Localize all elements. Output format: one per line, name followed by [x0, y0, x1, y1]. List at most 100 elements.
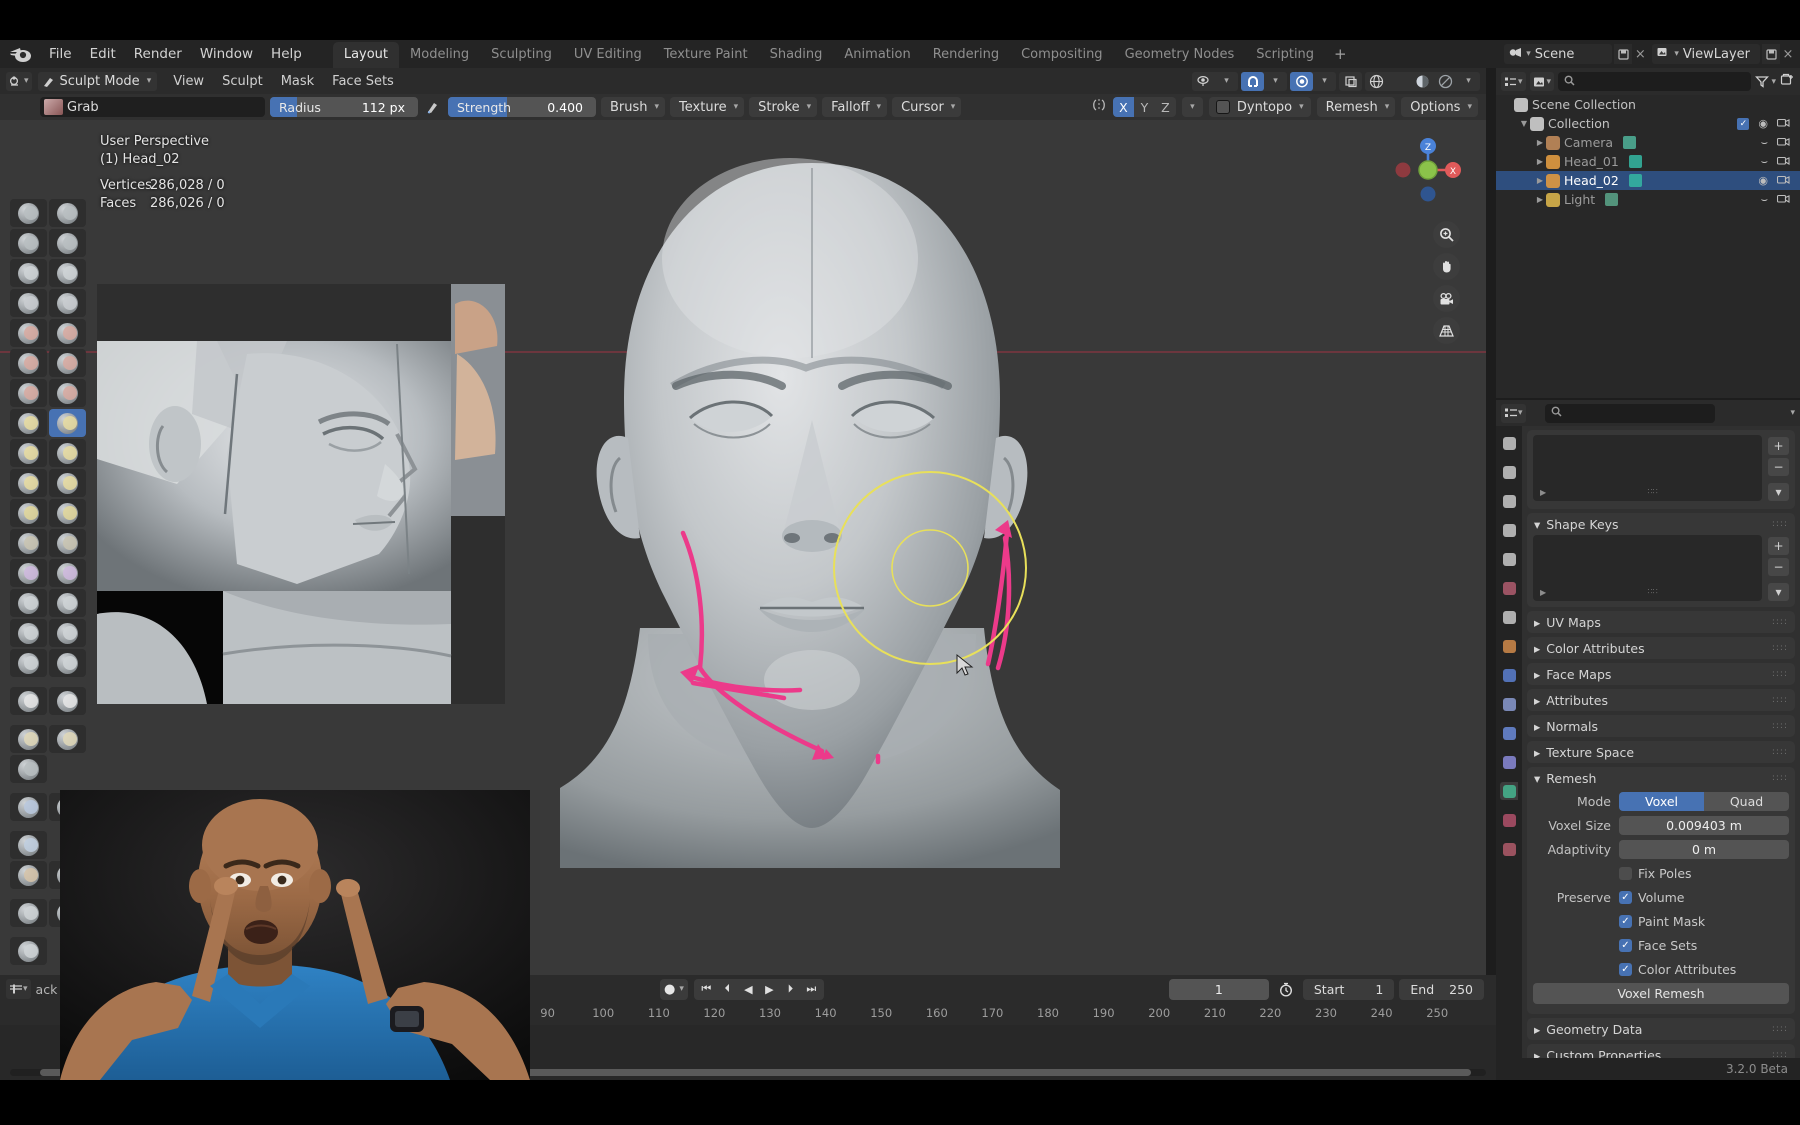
voxel-size-field[interactable]: 0.009403 m — [1619, 816, 1789, 835]
workspace-tab-shading[interactable]: Shading — [759, 42, 834, 68]
render-visibility-camera-icon[interactable] — [1776, 192, 1790, 207]
brush-draw-sharp-icon[interactable] — [49, 199, 86, 227]
chevron-down-icon[interactable]: ▾ — [1457, 72, 1480, 91]
fix-poles-checkbox[interactable] — [1619, 867, 1632, 880]
panel-geometry-data[interactable]: ▸ Geometry Data:::: — [1527, 1018, 1795, 1040]
panel-header[interactable]: ▸ Normals:::: — [1527, 715, 1795, 737]
brush-flatten-icon[interactable] — [10, 349, 47, 377]
voxel-remesh-button[interactable]: Voxel Remesh — [1533, 983, 1789, 1004]
render-visibility-camera-icon[interactable] — [1776, 173, 1790, 188]
box-face-set-icon[interactable] — [10, 793, 47, 821]
brush-fill-icon[interactable] — [49, 349, 86, 377]
properties-editor[interactable]: ▾ ▾ ▶ ∷∷ + − ▾ ▾ Shape Keys:::: ▶ ∷∷ + … — [1496, 400, 1800, 1080]
pen-pressure-icon[interactable] — [423, 100, 443, 114]
symmetry-axis-y[interactable]: Y — [1134, 97, 1155, 117]
workspace-tab-sculpting[interactable]: Sculpting — [480, 42, 563, 68]
tool-dropdown-falloff[interactable]: Falloff ▾ — [822, 97, 888, 117]
panel-uv-maps[interactable]: ▸ UV Maps:::: — [1527, 611, 1795, 633]
grid-perspective-icon[interactable] — [1433, 317, 1460, 344]
brush-clay-strips-icon[interactable] — [49, 229, 86, 257]
scene-selector[interactable]: ▾ Scene — [1504, 44, 1613, 64]
expand-toggle-icon[interactable]: ▶ — [1534, 138, 1546, 147]
remesh-mode-quad[interactable]: Quad — [1704, 792, 1789, 811]
shading-modes-group[interactable]: ▾ — [1365, 71, 1480, 91]
current-frame-field[interactable]: 1 — [1168, 978, 1269, 1000]
tool-dropdown-brush[interactable]: Brush ▾ — [601, 97, 666, 117]
panel-header[interactable]: ▸ Texture Space:::: — [1527, 741, 1795, 763]
start-frame-field[interactable]: Start 1 — [1302, 978, 1395, 1000]
editor-type-properties-icon[interactable]: ▾ — [1501, 403, 1526, 423]
unlink-scene-button[interactable]: × — [1632, 47, 1648, 62]
playback-button-group[interactable]: ⏮ ⏴ ◀ ▶ ⏵ ⏭ — [693, 978, 824, 1000]
brush-boundary-icon[interactable] — [49, 529, 86, 557]
wireframe-shading-icon[interactable] — [1365, 72, 1388, 91]
outliner-row-camera[interactable]: ▶ Camera ⌣ — [1496, 133, 1800, 152]
dyntopo-checkbox[interactable] — [1215, 100, 1230, 114]
mesh-data-icon[interactable] — [1628, 155, 1642, 168]
expand-toggle-icon[interactable]: ▶ — [1534, 157, 1546, 166]
expand-arrow-icon[interactable]: ▶ — [1540, 488, 1546, 497]
workspace-tab-layout[interactable]: Layout — [332, 42, 400, 68]
shape-keys-buttons[interactable]: + − ▾ — [1768, 535, 1789, 607]
remove-vertex-group-button[interactable]: − — [1768, 458, 1789, 476]
navigation-gizmo[interactable]: Z X — [1388, 130, 1468, 210]
brush-snake-hook-icon[interactable] — [49, 439, 86, 467]
new-viewlayer-button[interactable] — [1762, 44, 1780, 64]
new-collection-icon[interactable] — [1780, 72, 1795, 91]
brush-thumb-icon[interactable] — [10, 469, 47, 497]
brush-clay-icon[interactable] — [10, 229, 47, 257]
properties-search-input[interactable] — [1544, 403, 1715, 423]
panel-header[interactable]: ▸ Face Maps:::: — [1527, 663, 1795, 685]
viewport-menu-face-sets[interactable]: Face Sets — [323, 72, 403, 91]
exclude-checkbox[interactable]: ✓ — [1737, 117, 1750, 130]
outliner-row-light[interactable]: ▶ Light ⌣ — [1496, 190, 1800, 209]
properties-tab-column[interactable] — [1496, 426, 1522, 1080]
outliner-row-collection[interactable]: ▼ Collection ✓ ◉ — [1496, 114, 1800, 133]
brush-cloth-icon[interactable] — [10, 559, 47, 587]
panel-attributes[interactable]: ▸ Attributes:::: — [1527, 689, 1795, 711]
line-mask-icon[interactable] — [10, 725, 47, 753]
box-trim-icon[interactable] — [49, 725, 86, 753]
transform-tool-icon[interactable] — [10, 937, 47, 965]
end-frame-field[interactable]: End 250 — [1399, 978, 1484, 1000]
box-mask-icon[interactable] — [10, 687, 47, 715]
workspace-tab-rendering[interactable]: Rendering — [922, 42, 1010, 68]
brush-draw-face-sets-icon[interactable] — [49, 589, 86, 617]
outliner-row-scene-collection[interactable]: Scene Collection — [1496, 95, 1800, 114]
shape-keys-header[interactable]: ▾ Shape Keys :::: — [1527, 513, 1795, 535]
menu-edit[interactable]: Edit — [81, 43, 125, 65]
outliner-row-toggles[interactable]: ⌣ — [1761, 135, 1800, 150]
panel-color-attributes[interactable]: ▸ Color Attributes:::: — [1527, 637, 1795, 659]
lasso-mask-icon[interactable] — [49, 687, 86, 715]
pan-hand-icon[interactable] — [1433, 253, 1460, 280]
brush-selector[interactable]: Grab — [40, 97, 265, 117]
play-icon[interactable]: ▶ — [759, 979, 780, 1000]
mode-selector[interactable]: Sculpt Mode ▾ — [37, 71, 158, 91]
camera-back-icon[interactable] — [1500, 463, 1518, 481]
timeline-editor-icon[interactable]: ▾ — [6, 979, 31, 999]
particles-icon[interactable] — [1500, 695, 1518, 713]
panel-header[interactable]: ▸ Geometry Data:::: — [1527, 1018, 1795, 1040]
vertex-group-specials-button[interactable]: ▾ — [1768, 483, 1789, 501]
brush-smooth-icon[interactable] — [49, 319, 86, 347]
snapping-group[interactable]: ▾ — [1241, 71, 1287, 91]
brush-multires-erase-icon[interactable] — [10, 619, 47, 647]
tool-dropdown-texture[interactable]: Texture ▾ — [670, 97, 745, 117]
radius-slider[interactable]: Radius 112 px — [270, 97, 418, 117]
workspace-tab-uv-editing[interactable]: UV Editing — [563, 42, 653, 68]
search-input[interactable] — [1558, 72, 1752, 91]
brush-mask-icon[interactable] — [10, 589, 47, 617]
preserve-checkbox-face-sets[interactable]: ✓ — [1619, 939, 1632, 952]
outliner-row-toggles[interactable]: ◉ — [1758, 173, 1800, 188]
options-dropdown[interactable]: Options ▾ — [1401, 97, 1478, 117]
remesh-dropdown[interactable]: Remesh ▾ — [1316, 97, 1396, 117]
next-keyframe-icon[interactable]: ⏵ — [780, 979, 801, 1000]
brush-inflate-icon[interactable] — [10, 289, 47, 317]
brush-draw-icon[interactable] — [10, 199, 47, 227]
remove-viewlayer-button[interactable]: × — [1780, 47, 1796, 62]
preserve-checkbox-paint-mask[interactable]: ✓ — [1619, 915, 1632, 928]
xray-toggle-icon[interactable] — [1339, 72, 1362, 91]
panel-face-maps[interactable]: ▸ Face Maps:::: — [1527, 663, 1795, 685]
render-visibility-camera-icon[interactable] — [1776, 135, 1790, 150]
outliner-row-toggles[interactable]: ⌣ — [1761, 192, 1800, 207]
